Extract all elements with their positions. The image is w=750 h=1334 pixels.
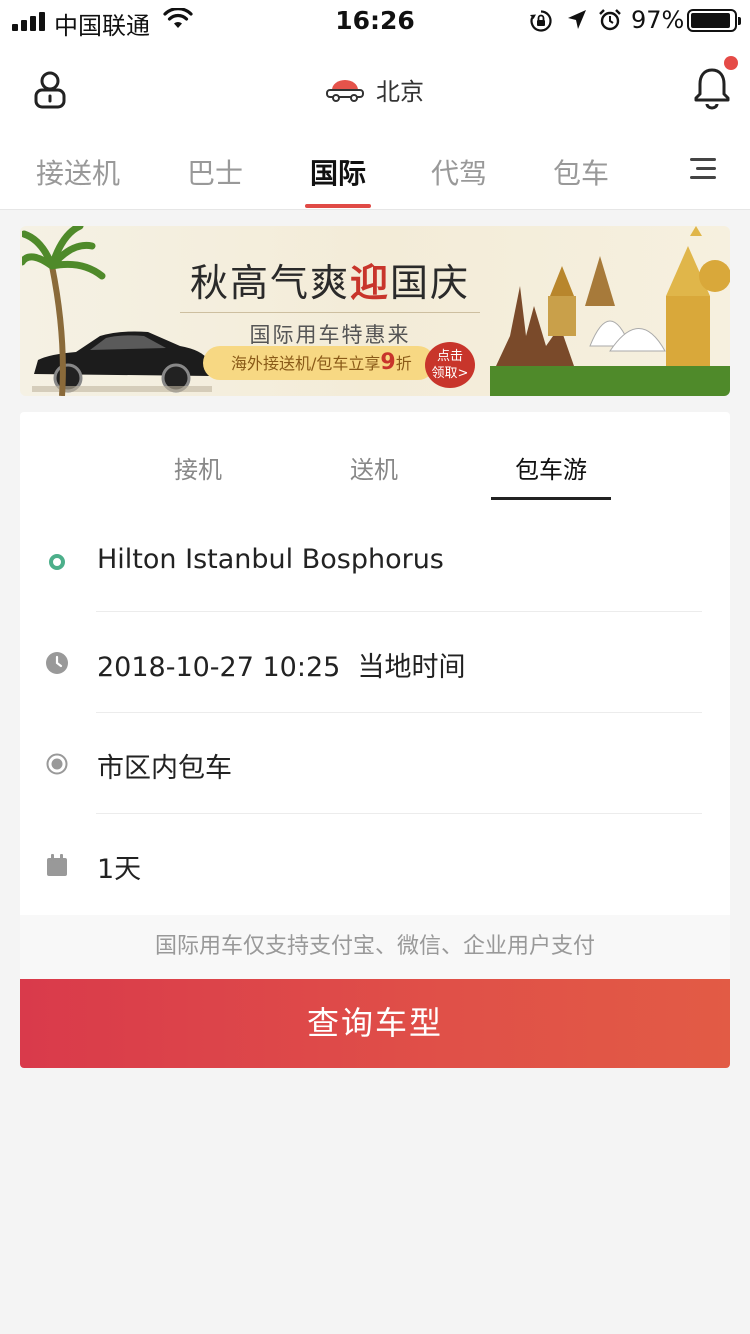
tab-airport-transfer[interactable]: 接送机 xyxy=(18,152,138,192)
duration-value: 1天 xyxy=(97,854,142,885)
tab-designated-driver[interactable]: 代驾 xyxy=(399,152,519,192)
promo-banner[interactable]: 秋高气爽迎国庆 国际用车特惠来 海外接送机/包车立享9折 点击 领取> xyxy=(20,226,730,396)
alarm-icon xyxy=(599,9,621,31)
subtab-dropoff[interactable]: 送机 xyxy=(314,450,434,485)
landmarks-illustration xyxy=(490,226,730,396)
subtab-pickup[interactable]: 接机 xyxy=(138,450,258,485)
service-type-value: 市区内包车 xyxy=(97,753,232,784)
active-tab-indicator xyxy=(305,204,371,208)
status-bar: 中国联通 16:26 97% xyxy=(0,0,750,40)
battery-percentage: 97% xyxy=(631,6,685,34)
main-tabs: 接送机 巴士 国际 代驾 包车 xyxy=(0,140,750,210)
datetime-value: 2018-10-27 10:25 当地时间 xyxy=(97,652,466,683)
duration-row[interactable]: 1天 xyxy=(20,815,730,915)
tab-bus[interactable]: 巴士 xyxy=(155,152,275,192)
service-type-row[interactable]: 市区内包车 xyxy=(20,714,730,814)
radio-icon xyxy=(46,753,68,775)
battery-icon xyxy=(687,9,741,32)
booking-card: 接机 送机 包车游 Hilton Istanbul Bosphorus 2018… xyxy=(20,412,730,1068)
notification-dot xyxy=(724,56,738,70)
car-icon xyxy=(326,79,364,102)
clock-icon xyxy=(46,652,68,674)
banner-claim-button[interactable]: 点击 领取> xyxy=(425,342,475,388)
tab-international[interactable]: 国际 xyxy=(278,152,398,192)
banner-subline: 国际用车特惠来 xyxy=(180,312,480,349)
banner-headline: 秋高气爽迎国庆 xyxy=(189,260,471,305)
tab-charter[interactable]: 包车 xyxy=(521,152,641,192)
divider xyxy=(96,813,702,814)
city-name: 北京 xyxy=(376,78,424,106)
calendar-icon xyxy=(47,854,67,876)
payment-note: 国际用车仅支持支付宝、微信、企业用户支付 xyxy=(20,915,730,979)
query-car-models-button[interactable]: 查询车型 xyxy=(20,979,730,1068)
location-icon xyxy=(568,10,586,29)
divider xyxy=(96,611,702,612)
divider xyxy=(96,712,702,713)
active-subtab-indicator xyxy=(491,497,611,500)
banner-promo-pill: 海外接送机/包车立享9折 xyxy=(203,346,435,380)
palm-tree-illustration xyxy=(22,226,106,396)
location-row[interactable]: Hilton Istanbul Bosphorus xyxy=(20,512,730,612)
location-value: Hilton Istanbul Bosphorus xyxy=(97,544,444,575)
city-selector[interactable]: 北京 xyxy=(0,72,750,107)
start-point-icon xyxy=(49,554,65,570)
app-header: 北京 xyxy=(0,40,750,140)
datetime-row[interactable]: 2018-10-27 10:25 当地时间 xyxy=(20,613,730,713)
menu-icon[interactable] xyxy=(690,158,716,180)
bell-icon[interactable] xyxy=(692,66,732,110)
subtab-charter-tour[interactable]: 包车游 xyxy=(491,450,611,485)
rotation-lock-icon xyxy=(530,10,552,32)
